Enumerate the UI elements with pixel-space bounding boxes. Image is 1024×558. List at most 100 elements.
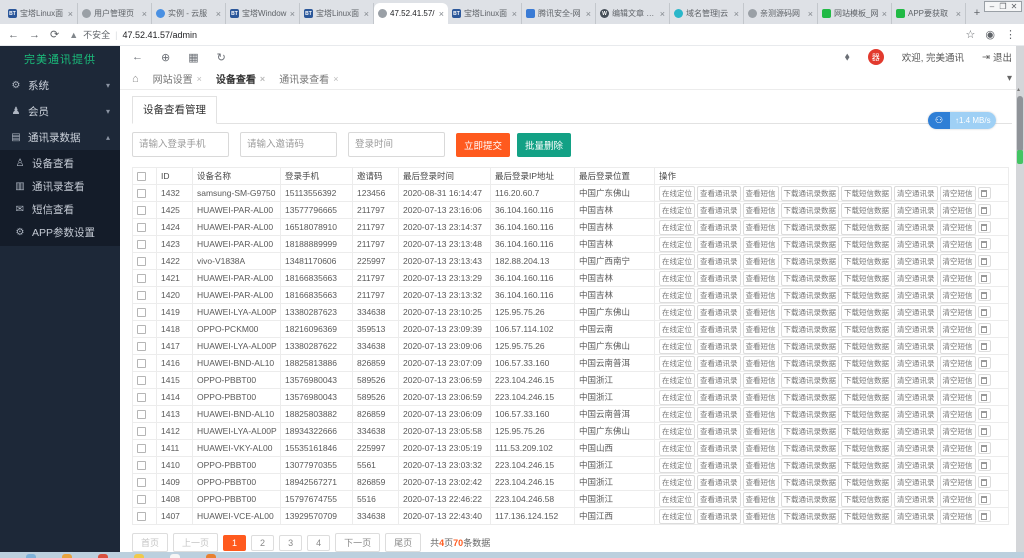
tab-close-icon[interactable]: × xyxy=(68,9,73,19)
op-button[interactable]: 查看短信 xyxy=(743,373,779,388)
sidebar-item-app-settings[interactable]: ⚙ APP参数设置 xyxy=(0,221,120,244)
tab-close-icon[interactable]: × xyxy=(216,9,221,19)
op-button[interactable]: 下载短信数据 xyxy=(841,441,892,456)
row-checkbox[interactable] xyxy=(137,495,146,504)
op-button[interactable]: 下载短信数据 xyxy=(841,424,892,439)
locate-icon[interactable]: ⊕ xyxy=(161,51,170,64)
op-button[interactable]: 下载通讯录数据 xyxy=(781,509,840,524)
op-button[interactable]: 查看通讯录 xyxy=(697,390,741,405)
op-button[interactable]: 下载通讯录数据 xyxy=(781,373,840,388)
page-button-2[interactable]: 2 xyxy=(251,535,274,551)
op-button[interactable]: 清空通讯录 xyxy=(894,186,938,201)
browser-tab[interactable]: 腾讯安全-网 × xyxy=(522,3,596,24)
batch-delete-button[interactable]: 批量删除 xyxy=(517,133,571,157)
op-button[interactable]: 清空通讯录 xyxy=(894,373,938,388)
browser-tab[interactable]: 用户管理页 × xyxy=(78,3,152,24)
tab-close-icon[interactable]: × xyxy=(660,9,665,19)
delete-row-button[interactable] xyxy=(978,510,991,522)
tab-close-icon[interactable]: × xyxy=(364,9,369,19)
op-button[interactable]: 清空短信 xyxy=(940,288,976,303)
op-button[interactable]: 查看短信 xyxy=(743,271,779,286)
sidebar-item-members[interactable]: ♟ 会员 ▾ xyxy=(0,98,120,124)
row-checkbox[interactable] xyxy=(137,189,146,198)
tab-close-icon[interactable]: × xyxy=(290,9,295,19)
op-button[interactable]: 查看通讯录 xyxy=(697,186,741,201)
row-checkbox[interactable] xyxy=(137,342,146,351)
op-button[interactable]: 查看通讯录 xyxy=(697,492,741,507)
op-button[interactable]: 查看短信 xyxy=(743,475,779,490)
op-button[interactable]: 清空短信 xyxy=(940,458,976,473)
op-button[interactable]: 下载短信数据 xyxy=(841,271,892,286)
sidebar-item-system[interactable]: ⚙ 系统 ▾ xyxy=(0,72,120,98)
avatar[interactable]: 器 xyxy=(868,49,884,65)
row-checkbox[interactable] xyxy=(137,223,146,232)
select-all-checkbox[interactable] xyxy=(137,172,146,181)
op-button[interactable]: 在线定位 xyxy=(659,458,695,473)
panel-tab-device-management[interactable]: 设备查看管理 xyxy=(132,96,217,124)
crumb-tab-site-settings[interactable]: 网站设置 × xyxy=(153,71,202,86)
taskbar-icon[interactable] xyxy=(98,554,108,558)
op-button[interactable]: 清空短信 xyxy=(940,390,976,405)
op-button[interactable]: 清空短信 xyxy=(940,373,976,388)
op-button[interactable]: 清空短信 xyxy=(940,441,976,456)
op-button[interactable]: 清空短信 xyxy=(940,475,976,490)
op-button[interactable]: 清空通讯录 xyxy=(894,339,938,354)
delete-row-button[interactable] xyxy=(978,493,991,505)
delete-row-button[interactable] xyxy=(978,476,991,488)
op-button[interactable]: 清空通讯录 xyxy=(894,441,938,456)
delete-row-button[interactable] xyxy=(978,187,991,199)
profile-icon[interactable]: ◉ xyxy=(985,28,995,41)
row-checkbox[interactable] xyxy=(137,478,146,487)
op-button[interactable]: 下载短信数据 xyxy=(841,373,892,388)
op-button[interactable]: 查看通讯录 xyxy=(697,220,741,235)
row-checkbox[interactable] xyxy=(137,376,146,385)
op-button[interactable]: 下载短信数据 xyxy=(841,288,892,303)
delete-row-button[interactable] xyxy=(978,357,991,369)
op-button[interactable]: 查看短信 xyxy=(743,458,779,473)
op-button[interactable]: 下载通讯录数据 xyxy=(781,288,840,303)
op-button[interactable]: 清空通讯录 xyxy=(894,390,938,405)
op-button[interactable]: 查看短信 xyxy=(743,356,779,371)
op-button[interactable]: 查看短信 xyxy=(743,492,779,507)
row-checkbox[interactable] xyxy=(137,427,146,436)
row-checkbox[interactable] xyxy=(137,410,146,419)
op-button[interactable]: 下载通讯录数据 xyxy=(781,254,840,269)
op-button[interactable]: 在线定位 xyxy=(659,271,695,286)
op-button[interactable]: 下载通讯录数据 xyxy=(781,390,840,405)
op-button[interactable]: 下载短信数据 xyxy=(841,509,892,524)
op-button[interactable]: 清空通讯录 xyxy=(894,305,938,320)
delete-row-button[interactable] xyxy=(978,374,991,386)
logout-button[interactable]: ⇥ 退出 xyxy=(982,50,1012,64)
op-button[interactable]: 在线定位 xyxy=(659,492,695,507)
op-button[interactable]: 在线定位 xyxy=(659,322,695,337)
browser-menu-icon[interactable]: ⋮ xyxy=(1005,28,1016,41)
browser-tab[interactable]: 实例 - 云服 × xyxy=(152,3,226,24)
op-button[interactable]: 在线定位 xyxy=(659,441,695,456)
tab-close-icon[interactable]: × xyxy=(142,9,147,19)
op-button[interactable]: 清空短信 xyxy=(940,305,976,320)
delete-row-button[interactable] xyxy=(978,306,991,318)
crumb-tab-contacts-view[interactable]: 通讯录查看 × xyxy=(279,71,338,86)
delete-row-button[interactable] xyxy=(978,255,991,267)
login-phone-input[interactable] xyxy=(132,132,229,157)
taskbar-icon[interactable] xyxy=(134,554,144,558)
op-button[interactable]: 在线定位 xyxy=(659,254,695,269)
browser-tab[interactable]: W 编辑文章 - 编 × xyxy=(596,3,670,24)
op-button[interactable]: 查看通讯录 xyxy=(697,424,741,439)
op-button[interactable]: 下载通讯录数据 xyxy=(781,305,840,320)
op-button[interactable]: 清空短信 xyxy=(940,339,976,354)
op-button[interactable]: 查看通讯录 xyxy=(697,509,741,524)
op-button[interactable]: 在线定位 xyxy=(659,424,695,439)
op-button[interactable]: 查看通讯录 xyxy=(697,271,741,286)
address-bar[interactable]: ▲ 不安全 | 47.52.41.57/admin xyxy=(69,28,955,41)
op-button[interactable]: 下载通讯录数据 xyxy=(781,475,840,490)
op-button[interactable]: 清空通讯录 xyxy=(894,407,938,422)
op-button[interactable]: 下载短信数据 xyxy=(841,305,892,320)
op-button[interactable]: 清空通讯录 xyxy=(894,458,938,473)
window-minimize-icon[interactable]: – xyxy=(987,2,997,11)
op-button[interactable]: 在线定位 xyxy=(659,305,695,320)
op-button[interactable]: 查看短信 xyxy=(743,237,779,252)
home-icon[interactable]: ⌂ xyxy=(132,73,139,85)
taskbar-icon[interactable] xyxy=(206,554,216,558)
op-button[interactable]: 在线定位 xyxy=(659,509,695,524)
